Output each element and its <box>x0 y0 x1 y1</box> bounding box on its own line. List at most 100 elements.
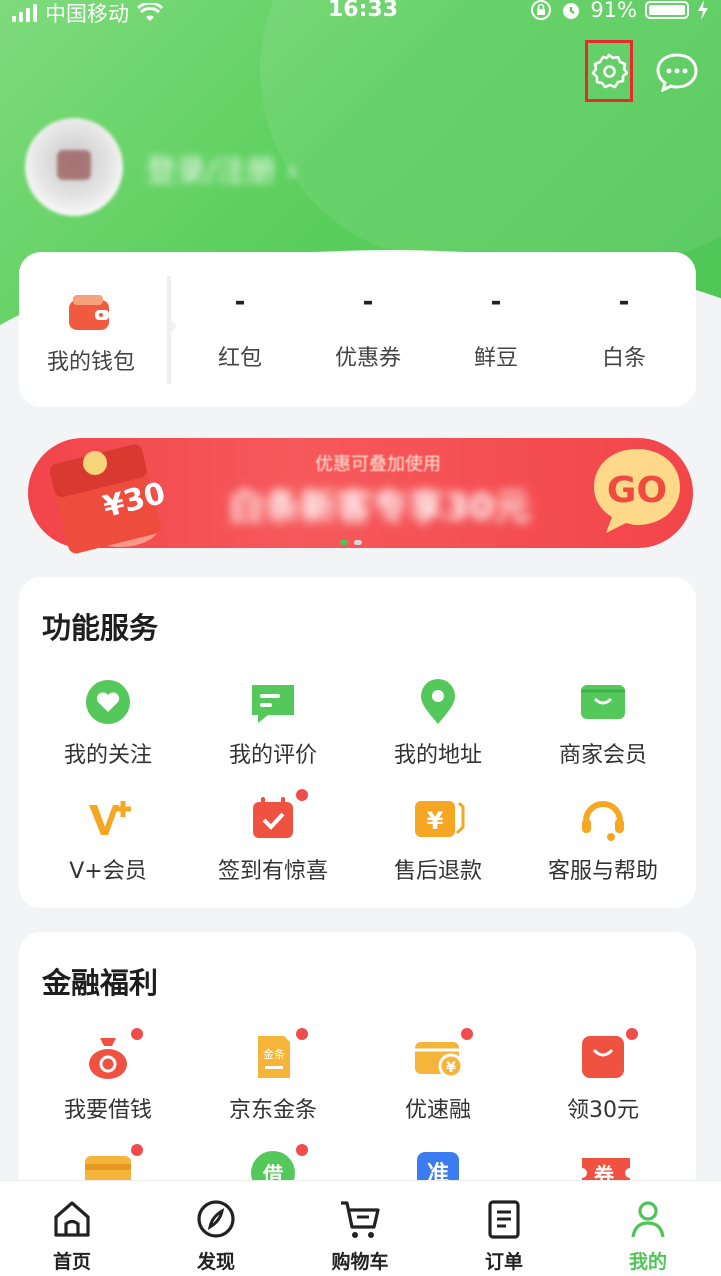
banner-subtitle: 优惠可叠加使用 <box>315 454 441 475</box>
login-link[interactable]: 登录/注册 › <box>146 146 298 190</box>
money-bag-icon <box>89 1038 127 1079</box>
go-label: GO <box>607 470 667 511</box>
bottom-tab-bar: 首页 发现 购物车 订单 我的 <box>0 1180 721 1276</box>
finance-label: 京东金条 <box>228 1098 317 1123</box>
status-bar: 中国移动 16:33 91% <box>0 0 721 26</box>
tab-orders[interactable]: 订单 <box>432 1181 576 1276</box>
notification-dot <box>296 789 308 801</box>
coupon-stat[interactable]: - 优惠券 <box>304 282 432 372</box>
coupon-value: - <box>362 287 374 317</box>
tab-label: 首页 <box>52 1251 91 1273</box>
refund-icon: ¥ <box>415 801 465 837</box>
service-my-address[interactable]: 我的地址 <box>355 677 521 769</box>
tab-home[interactable]: 首页 <box>0 1181 144 1276</box>
tab-mine[interactable]: 我的 <box>576 1181 720 1276</box>
chat-bubble-icon[interactable] <box>655 52 699 92</box>
notification-dot <box>296 1028 308 1040</box>
service-my-reviews[interactable]: 我的评价 <box>190 677 356 769</box>
notification-dot <box>296 1144 308 1156</box>
finance-label: 我要借钱 <box>63 1098 152 1123</box>
signal-icon <box>12 4 37 22</box>
service-label: 我的关注 <box>63 743 152 768</box>
gold-bar-icon: 金条 <box>258 1036 290 1078</box>
service-label: 我的评价 <box>228 743 317 768</box>
coupon-label: 优惠券 <box>334 346 401 371</box>
tab-cart[interactable]: 购物车 <box>288 1181 432 1276</box>
status-time: 16:33 <box>328 0 399 22</box>
red-packet-value: - <box>234 287 246 317</box>
finance-label: 领30元 <box>567 1098 639 1123</box>
home-icon <box>54 1201 90 1237</box>
pager-dot-active <box>340 540 348 545</box>
service-customer-help[interactable]: 客服与帮助 <box>520 793 686 885</box>
notification-dot <box>131 1028 143 1040</box>
comment-icon <box>252 685 294 723</box>
profile-icon <box>631 1201 665 1238</box>
heart-icon <box>86 680 130 724</box>
finance-yousurong[interactable]: ¥ 优速融 <box>355 1028 521 1124</box>
service-label: 签到有惊喜 <box>217 859 328 884</box>
rotation-lock-icon <box>531 0 552 20</box>
settings-button[interactable] <box>585 40 633 102</box>
service-label: 商家会员 <box>558 743 647 768</box>
charging-icon <box>698 0 708 20</box>
wallet-card: 我的钱包 - 红包 - 优惠券 - 鲜豆 - 白条 <box>19 252 696 407</box>
service-merchant-member[interactable]: 商家会员 <box>520 677 686 769</box>
baitiao-value: - <box>618 287 630 317</box>
service-refund[interactable]: ¥ 售后退款 <box>355 793 521 885</box>
go-button[interactable]: GO <box>588 445 686 535</box>
service-label: 客服与帮助 <box>547 859 658 884</box>
fresh-bean-value: - <box>490 287 502 317</box>
my-wallet-button[interactable]: 我的钱包 <box>19 276 167 384</box>
fresh-bean-stat[interactable]: - 鲜豆 <box>432 282 560 372</box>
notification-dot <box>131 1144 143 1156</box>
notification-dot <box>461 1028 473 1040</box>
calendar-check-icon <box>253 797 293 838</box>
location-pin-icon <box>421 679 455 724</box>
tab-label: 购物车 <box>331 1251 389 1273</box>
red-packet-label: 红包 <box>217 346 262 371</box>
status-right: 91% <box>530 0 709 22</box>
finance-borrow-money[interactable]: 我要借钱 <box>25 1028 191 1124</box>
gold-bar-badge: 金条 <box>263 1047 285 1061</box>
services-title: 功能服务 <box>42 611 159 645</box>
service-checkin[interactable]: 签到有惊喜 <box>190 789 356 885</box>
baitiao-stat[interactable]: - 白条 <box>560 282 688 372</box>
finance-label: 优速融 <box>404 1098 471 1123</box>
red-packet-stat[interactable]: - 红包 <box>176 282 304 372</box>
shopping-bag-icon <box>582 1036 624 1078</box>
wallet-icon <box>69 295 109 330</box>
svg-text:¥: ¥ <box>427 807 444 835</box>
avatar[interactable] <box>25 118 123 216</box>
tab-label: 订单 <box>484 1251 523 1273</box>
services-card: 功能服务 我的关注 我的评价 我的地址 商家会员 V+会员 签到有惊喜 ¥ 售后… <box>19 577 696 908</box>
service-vplus[interactable]: V+会员 <box>25 793 191 885</box>
carrier-name: 中国移动 <box>45 2 129 26</box>
finance-get-30[interactable]: 领30元 <box>520 1028 686 1124</box>
wifi-icon <box>137 3 163 21</box>
finance-jd-jintiao[interactable]: 金条 京东金条 <box>190 1028 356 1124</box>
svg-text:¥: ¥ <box>446 1060 456 1076</box>
red-envelope-icon: ¥30 <box>50 444 169 554</box>
battery-percent: 91% <box>590 0 637 22</box>
service-label: V+会员 <box>69 859 147 884</box>
service-label: 我的地址 <box>393 743 482 768</box>
headset-icon <box>582 801 624 841</box>
compass-icon <box>197 1200 235 1238</box>
battery-icon <box>645 1 689 19</box>
service-my-follows[interactable]: 我的关注 <box>25 677 191 769</box>
banner-pager <box>340 540 362 545</box>
pager-dot <box>354 540 362 545</box>
tab-discover[interactable]: 发现 <box>144 1181 288 1276</box>
order-list-icon <box>488 1200 520 1239</box>
alarm-icon <box>563 3 580 19</box>
carrier-info: 中国移动 <box>12 0 163 28</box>
member-card-icon <box>581 685 625 719</box>
gear-icon <box>591 53 628 89</box>
notification-dot <box>626 1028 638 1040</box>
banner-title: 白条新客专享30元 <box>228 487 531 528</box>
service-label: 售后退款 <box>393 859 482 884</box>
cart-icon <box>341 1201 380 1238</box>
my-wallet-label: 我的钱包 <box>46 350 135 375</box>
tab-label: 我的 <box>628 1251 667 1273</box>
